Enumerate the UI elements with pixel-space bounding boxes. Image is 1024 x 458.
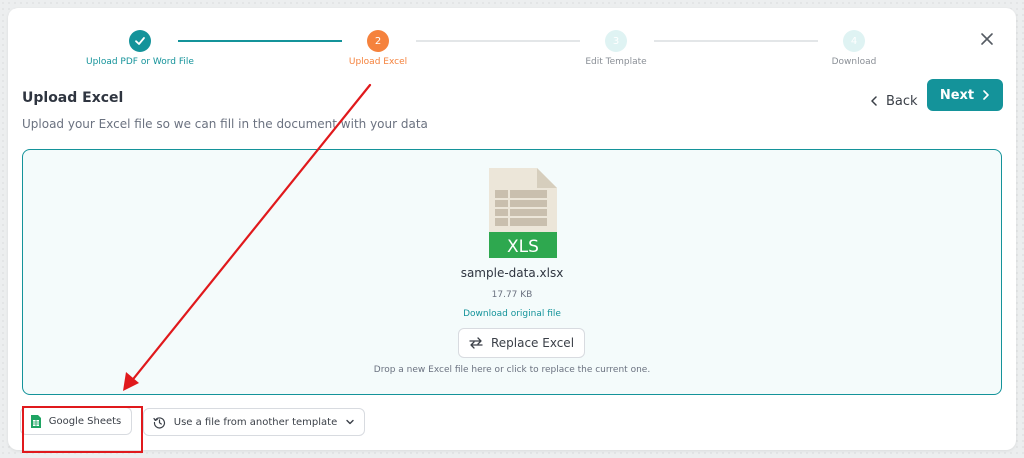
download-original-link[interactable]: Download original file: [23, 309, 1001, 319]
step-edit-template[interactable]: 3 Edit Template: [526, 30, 706, 67]
upload-wizard-card: Upload PDF or Word File 2 Upload Excel 3…: [8, 8, 1016, 453]
file-size: 17.77 KB: [491, 290, 533, 300]
page-subtitle: Upload your Excel file so we can fill in…: [22, 117, 428, 131]
use-template-file-dropdown[interactable]: Use a file from another template: [143, 408, 365, 436]
chevron-left-icon: [871, 96, 877, 106]
drop-hint: Drop a new Excel file here or click to r…: [373, 365, 651, 375]
chevron-right-icon: [983, 90, 989, 100]
file-name: sample-data.xlsx: [460, 266, 564, 280]
close-icon: [981, 33, 993, 45]
google-sheets-icon: [30, 414, 41, 428]
step-upload-file[interactable]: Upload PDF or Word File: [50, 30, 230, 67]
history-icon: [153, 416, 165, 428]
step-label: Download: [831, 57, 877, 67]
step-label: Edit Template: [585, 57, 647, 67]
step-number: 2: [367, 30, 389, 52]
step-number: 4: [843, 30, 865, 52]
replace-excel-label: Replace Excel: [490, 336, 575, 350]
xls-label: XLS: [507, 237, 539, 257]
back-button[interactable]: Back: [864, 86, 924, 116]
google-sheets-label: Google Sheets: [48, 415, 122, 427]
back-button-label: Back: [886, 93, 918, 109]
use-template-file-label: Use a file from another template: [173, 416, 338, 428]
step-number: 3: [605, 30, 627, 52]
step-download[interactable]: 4 Download: [764, 30, 944, 67]
google-sheets-button[interactable]: Google Sheets: [20, 407, 132, 435]
step-label: Upload PDF or Word File: [86, 57, 194, 67]
step-label: Upload Excel: [348, 57, 408, 67]
close-button[interactable]: [978, 30, 996, 48]
next-button[interactable]: Next: [927, 79, 1003, 111]
page-title: Upload Excel: [22, 90, 124, 106]
chevron-down-icon: [346, 419, 354, 425]
step-upload-excel[interactable]: 2 Upload Excel: [288, 30, 468, 67]
xls-file-icon: XLS: [489, 168, 557, 258]
next-button-label: Next: [939, 87, 975, 103]
excel-dropzone[interactable]: XLS sample-data.xlsx 17.77 KB Download o…: [22, 149, 1002, 395]
replace-excel-button[interactable]: Replace Excel: [458, 328, 585, 358]
step-complete-marker: [129, 30, 151, 52]
check-icon: [135, 37, 145, 45]
swap-icon: [469, 337, 483, 349]
